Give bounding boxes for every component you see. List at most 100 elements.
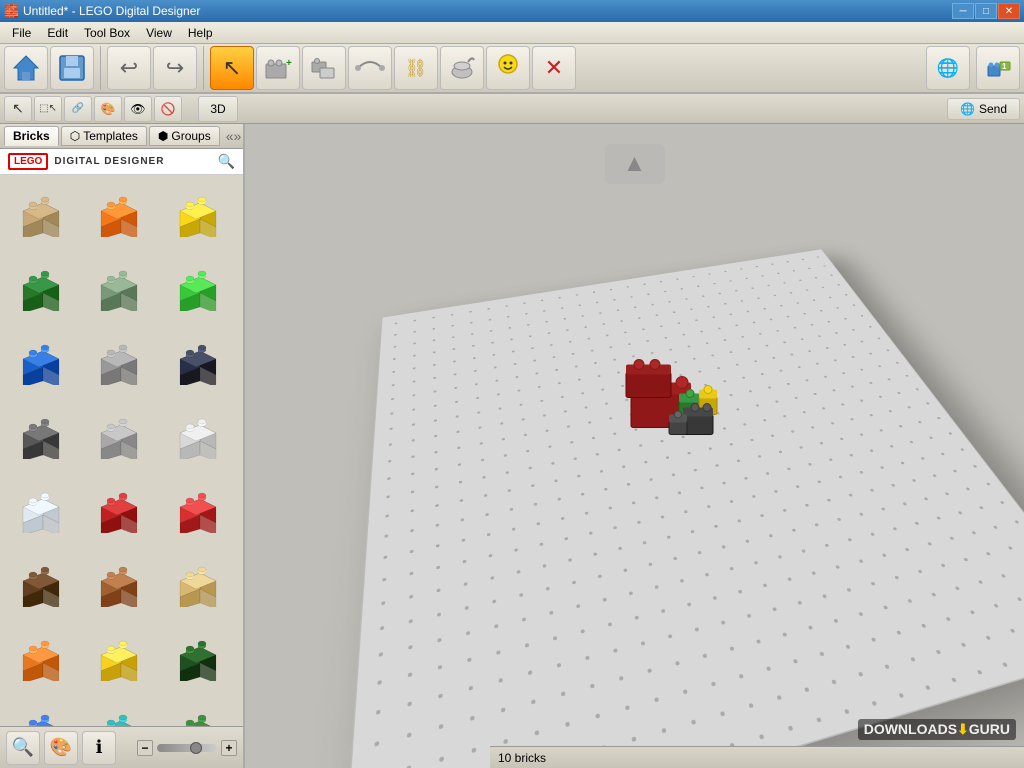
toolbar-group-undoredo: ↩ ↪ (107, 46, 204, 90)
watermark: DOWNLOADS⬇GURU (858, 719, 1016, 740)
titlebar: 🧱 Untitled* - LEGO Digital Designer ─ □ … (0, 0, 1024, 22)
brick-item[interactable] (163, 403, 233, 473)
titlebar-controls: ─ □ ✕ (952, 3, 1020, 19)
share-button[interactable]: 🌐 (926, 46, 970, 90)
zoom-out-button[interactable]: − (137, 740, 153, 756)
templates-tab-label: Templates (83, 129, 138, 143)
brick-item[interactable] (84, 255, 154, 325)
brick-item[interactable] (6, 477, 76, 547)
brick-item[interactable] (84, 699, 154, 726)
tab-bricks[interactable]: Bricks (4, 126, 59, 146)
brand-bar: LEGO DIGITAL DESIGNER 🔍 (0, 149, 243, 175)
tab-groups[interactable]: ⬢ Groups (149, 126, 220, 146)
smiley-button[interactable] (486, 46, 530, 90)
zoom-slider[interactable] (157, 744, 217, 752)
grid-dots (344, 249, 1024, 768)
zoom-thumb[interactable] (190, 742, 202, 754)
brick-item[interactable] (6, 551, 76, 621)
clone-button[interactable] (302, 46, 346, 90)
brick-item[interactable] (163, 181, 233, 251)
select-area-btn[interactable]: ⬚↖ (34, 96, 62, 122)
canvas-area[interactable]: ▲ (245, 124, 1024, 768)
maximize-button[interactable]: □ (975, 3, 997, 19)
brick-item[interactable] (84, 477, 154, 547)
brick-grid (0, 175, 243, 726)
brick-item[interactable] (163, 329, 233, 399)
brick-item[interactable] (6, 403, 76, 473)
menu-help[interactable]: Help (180, 24, 221, 42)
send-icon: 🌐 (960, 102, 975, 116)
brick-count: 10 bricks (498, 751, 546, 765)
info-button[interactable]: ℹ (82, 731, 116, 765)
delete-button[interactable]: ✕ (532, 46, 576, 90)
small-dark-brick (669, 411, 687, 435)
models-button[interactable]: 1 (976, 46, 1020, 90)
brand-logo: LEGO (8, 153, 48, 170)
hide-unselected-btn[interactable]: 🚫 (154, 96, 182, 122)
titlebar-title: Untitled* - LEGO Digital Designer (23, 4, 200, 18)
brick-item[interactable] (163, 255, 233, 325)
menu-edit[interactable]: Edit (39, 24, 76, 42)
canvas-up-button[interactable]: ▲ (605, 144, 665, 184)
svg-text:1: 1 (1002, 62, 1007, 71)
view-mode-button[interactable]: 🔍 (6, 731, 40, 765)
app-icon: 🧱 (4, 4, 19, 18)
templates-tab-icon: ⬡ (70, 129, 80, 143)
brick-assembly (611, 352, 751, 475)
send-label: Send (979, 102, 1007, 116)
menu-toolbox[interactable]: Tool Box (76, 24, 138, 42)
brick-item[interactable] (84, 551, 154, 621)
secondary-toolbar: ↖ ⬚↖ 🔗 🎨 👁 🚫 3D 🌐 Send (0, 94, 1024, 124)
dark-red-brick-2 (626, 359, 671, 397)
brick-item[interactable] (163, 625, 233, 695)
add-brick-button[interactable]: + (256, 46, 300, 90)
brick-item[interactable] (84, 625, 154, 695)
brick-item[interactable] (6, 255, 76, 325)
menu-file[interactable]: File (4, 24, 39, 42)
tab-templates[interactable]: ⬡ Templates (61, 126, 147, 146)
groups-tab-icon: ⬢ (158, 129, 168, 143)
statusbar: 10 bricks (490, 746, 1024, 768)
select-color-btn[interactable]: 🎨 (94, 96, 122, 122)
close-button[interactable]: ✕ (998, 3, 1020, 19)
brick-item[interactable] (6, 699, 76, 726)
groups-tab-label: Groups (171, 129, 210, 143)
brand-name: DIGITAL DESIGNER (54, 156, 164, 167)
zoom-in-button[interactable]: + (221, 740, 237, 756)
view-3d-btn[interactable]: 3D (198, 96, 238, 122)
brick-item[interactable] (163, 551, 233, 621)
brick-item[interactable] (6, 329, 76, 399)
search-button[interactable]: 🔍 (218, 153, 235, 170)
menu-view[interactable]: View (138, 24, 180, 42)
send-button[interactable]: 🌐 Send (947, 98, 1020, 120)
titlebar-left: 🧱 Untitled* - LEGO Digital Designer (4, 4, 200, 18)
main-content: Bricks ⬡ Templates ⬢ Groups «» LEGO DIGI… (0, 124, 1024, 768)
select-connected-btn[interactable]: 🔗 (64, 96, 92, 122)
baseplate (342, 249, 1024, 768)
menubar: File Edit Tool Box View Help (0, 22, 1024, 44)
toolbar-group-home (4, 46, 101, 90)
brick-item[interactable] (163, 477, 233, 547)
zoom-control: − + (137, 740, 237, 756)
select-tool-btn[interactable]: ↖ (4, 96, 32, 122)
minimize-button[interactable]: ─ (952, 3, 974, 19)
panel-tabs: Bricks ⬡ Templates ⬢ Groups «» (0, 124, 243, 149)
brick-item[interactable] (163, 699, 233, 726)
brick-item[interactable] (6, 625, 76, 695)
home-button[interactable] (4, 46, 48, 90)
cursor-tool-button[interactable]: ↖ (210, 46, 254, 90)
brick-item[interactable] (84, 181, 154, 251)
undo-button[interactable]: ↩ (107, 46, 151, 90)
save-button[interactable] (50, 46, 94, 90)
collapse-panel-button[interactable]: «» (222, 126, 246, 146)
brick-item[interactable] (6, 181, 76, 251)
flex-tool-button[interactable] (348, 46, 392, 90)
bottom-panel: 🔍 🎨 ℹ − + (0, 726, 243, 768)
redo-button[interactable]: ↪ (153, 46, 197, 90)
brick-item[interactable] (84, 403, 154, 473)
paint-button[interactable] (440, 46, 484, 90)
hide-btn[interactable]: 👁 (124, 96, 152, 122)
hinge-button[interactable]: ⛓ (394, 46, 438, 90)
color-mode-button[interactable]: 🎨 (44, 731, 78, 765)
brick-item[interactable] (84, 329, 154, 399)
